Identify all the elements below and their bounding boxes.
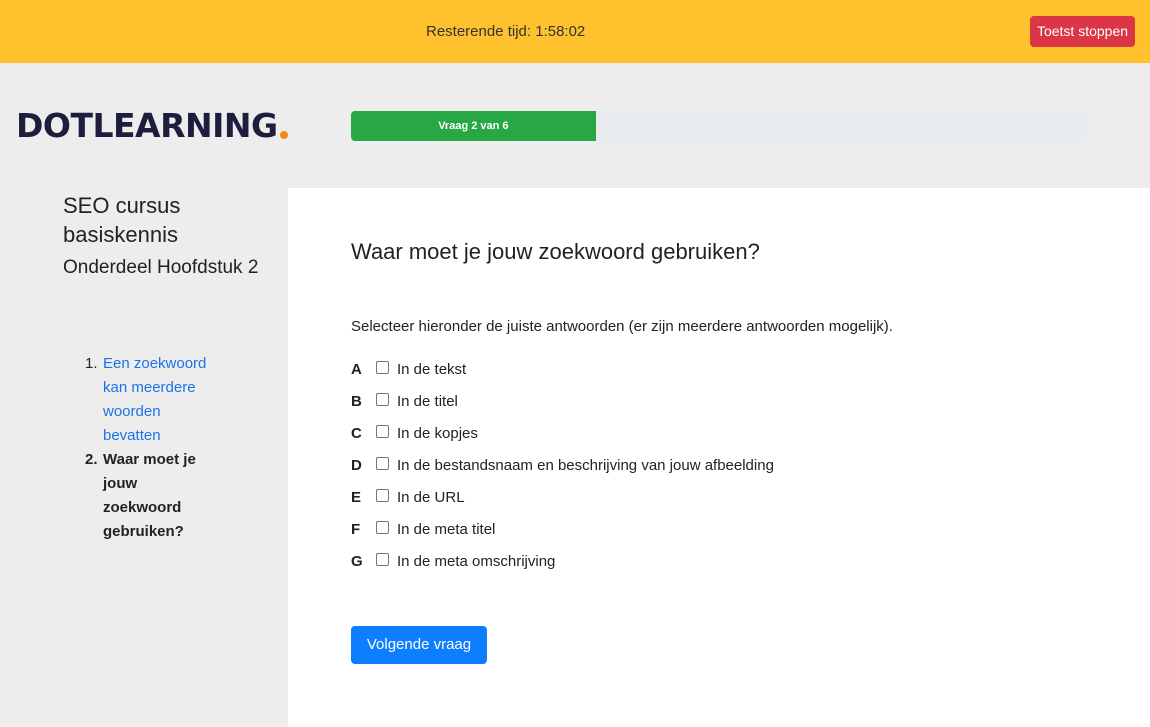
answer-option-d[interactable]: D In de bestandsnaam en beschrijving van… bbox=[351, 449, 774, 481]
option-checkbox[interactable] bbox=[376, 425, 389, 438]
logo-text: DOTLEARNING bbox=[16, 106, 278, 145]
question-title: Waar moet je jouw zoekwoord gebruiken? bbox=[351, 239, 760, 264]
option-label[interactable]: In de meta omschrijving bbox=[397, 553, 555, 570]
logo-dot-icon bbox=[279, 131, 288, 139]
option-checkbox[interactable] bbox=[376, 393, 389, 406]
section-title: Onderdeel Hoofdstuk 2 bbox=[63, 257, 259, 278]
option-letter: C bbox=[351, 424, 362, 442]
option-checkbox[interactable] bbox=[376, 489, 389, 502]
question-list-label: Waar moet je jouw zoekwoord gebruiken? bbox=[103, 451, 196, 540]
option-label[interactable]: In de URL bbox=[397, 489, 465, 506]
logo: DOTLEARNING bbox=[16, 108, 288, 144]
question-list-number: 2. bbox=[85, 451, 98, 468]
option-letter: A bbox=[351, 360, 362, 378]
top-bar: Resterende tijd: 1:58:02 Toetst stoppen bbox=[0, 0, 1150, 63]
option-letter: F bbox=[351, 520, 361, 538]
option-checkbox[interactable] bbox=[376, 361, 389, 374]
answer-option-f[interactable]: F In de meta titel bbox=[351, 513, 774, 545]
answer-options: A In de tekst B In de titel C In de kopj… bbox=[351, 353, 774, 577]
option-label[interactable]: In de bestandsnaam en beschrijving van j… bbox=[397, 457, 774, 474]
stop-test-button[interactable]: Toetst stoppen bbox=[1030, 16, 1135, 47]
question-list: 1. Een zoekwoord kan meerdere woorden be… bbox=[85, 352, 225, 544]
question-list-label[interactable]: Een zoekwoord kan meerdere woorden bevat… bbox=[103, 352, 218, 448]
remaining-time: Resterende tijd: 1:58:02 bbox=[426, 23, 586, 40]
answer-option-b[interactable]: B In de titel bbox=[351, 385, 774, 417]
option-checkbox[interactable] bbox=[376, 553, 389, 566]
option-letter: D bbox=[351, 456, 362, 474]
progress-bar: Vraag 2 van 6 bbox=[351, 111, 1086, 141]
answer-option-c[interactable]: C In de kopjes bbox=[351, 417, 774, 449]
next-question-button[interactable]: Volgende vraag bbox=[351, 626, 487, 664]
question-list-item-2: 2. Waar moet je jouw zoekwoord gebruiken… bbox=[85, 448, 225, 544]
option-checkbox[interactable] bbox=[376, 521, 389, 534]
answer-option-e[interactable]: E In de URL bbox=[351, 481, 774, 513]
answer-option-a[interactable]: A In de tekst bbox=[351, 353, 774, 385]
option-letter: B bbox=[351, 392, 362, 410]
option-label[interactable]: In de meta titel bbox=[397, 521, 495, 538]
question-list-number: 1. bbox=[85, 355, 98, 372]
option-label[interactable]: In de kopjes bbox=[397, 425, 478, 442]
option-label[interactable]: In de titel bbox=[397, 393, 458, 410]
option-letter: E bbox=[351, 488, 362, 506]
progress-fill: Vraag 2 van 6 bbox=[351, 111, 596, 141]
question-list-item-1[interactable]: 1. Een zoekwoord kan meerdere woorden be… bbox=[85, 352, 225, 448]
course-title: SEO cursus basiskennis bbox=[63, 193, 181, 247]
progress-label: Vraag 2 van 6 bbox=[438, 120, 509, 132]
option-letter: G bbox=[351, 552, 363, 570]
option-checkbox[interactable] bbox=[376, 457, 389, 470]
question-instructions: Selecteer hieronder de juiste antwoorden… bbox=[351, 318, 893, 335]
option-label[interactable]: In de tekst bbox=[397, 361, 466, 378]
answer-option-g[interactable]: G In de meta omschrijving bbox=[351, 545, 774, 577]
